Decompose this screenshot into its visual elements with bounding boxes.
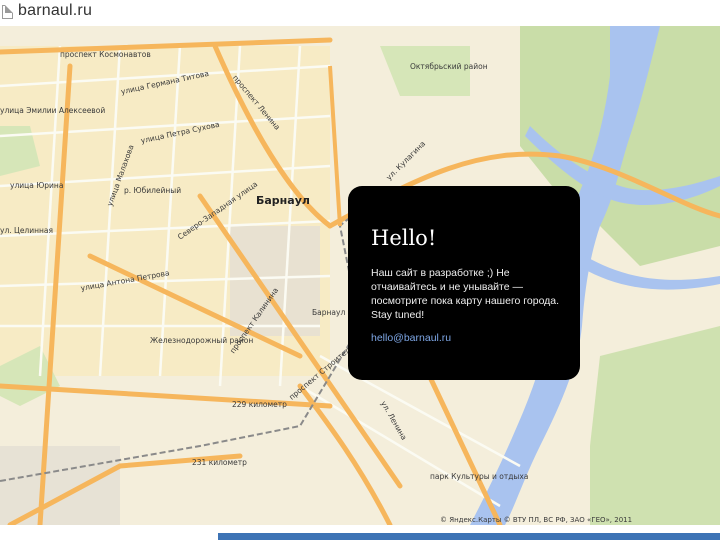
label-tselinnaya: ул. Целинная	[0, 226, 54, 235]
label-km229: 229 километр	[232, 400, 287, 409]
bottom-accent-bar	[218, 533, 720, 540]
hello-popup: Hello! Наш сайт в разработке ;) Не отчаи…	[348, 186, 580, 380]
label-park: парк Культуры и отдыха	[430, 472, 529, 481]
label-station: Барнаул	[312, 308, 346, 317]
page-icon	[2, 5, 13, 19]
map-attribution: © Яндекс.Карты © ВТУ ПЛ, ВС РФ, ЗАО «ГЕО…	[440, 516, 633, 524]
label-city-barnaul: Барнаул	[256, 194, 310, 207]
forest-area-south	[590, 326, 720, 525]
label-oktyabrsky: Октябрьский район	[410, 62, 488, 71]
popup-email-link[interactable]: hello@barnaul.ru	[371, 332, 451, 344]
label-ekaterinburgskaya: улица Эмилии Алексеевой	[0, 106, 106, 115]
label-kosmonavtov: проспект Космонавтов	[60, 50, 151, 59]
popup-message: Наш сайт в разработке ;) Не отчаивайтесь…	[371, 267, 560, 321]
tab-title[interactable]: barnaul.ru	[18, 2, 92, 20]
city-map[interactable]: проспект Космонавтов улица Германа Титов…	[0, 26, 720, 525]
browser-tab-bar: barnaul.ru	[0, 0, 720, 27]
label-yurina: улица Юрина	[10, 181, 64, 190]
popup-title: Hello!	[371, 226, 437, 250]
label-km231: 231 километр	[192, 458, 247, 467]
label-yubileiny: р. Юбилейный	[124, 186, 182, 195]
